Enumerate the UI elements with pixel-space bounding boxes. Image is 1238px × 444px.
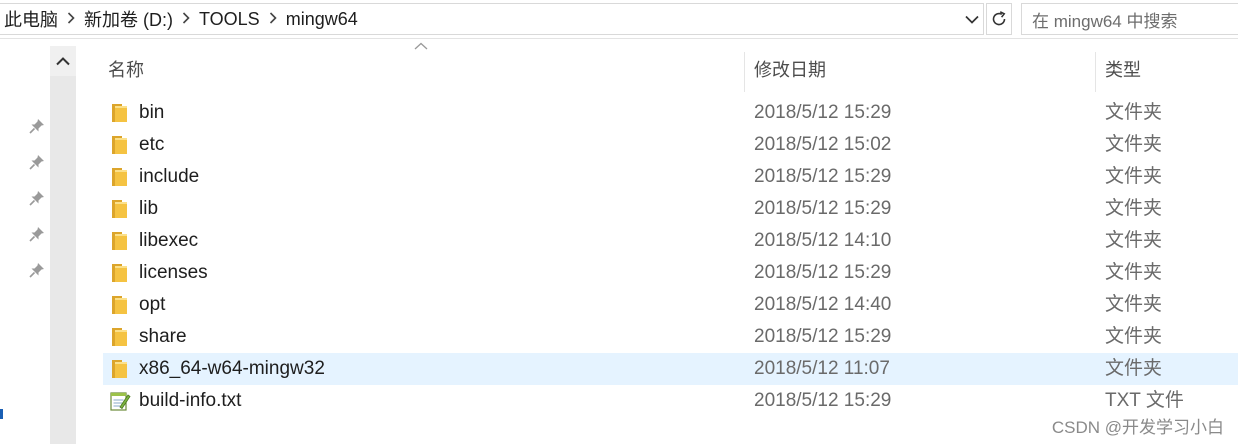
file-type: 文件夹 (1105, 262, 1163, 283)
file-row-licenses[interactable]: licenses 2018/5/12 15:29 文件夹 (76, 257, 1238, 289)
folder-icon (111, 358, 131, 380)
chevron-right-icon[interactable] (264, 11, 282, 27)
address-bar[interactable]: 此电脑 新加卷 (D:) TOOLS mingw64 (0, 3, 984, 35)
file-name: include (139, 166, 200, 187)
file-row-share[interactable]: share 2018/5/12 15:29 文件夹 (76, 321, 1238, 353)
column-divider[interactable] (1095, 52, 1096, 92)
file-date: 2018/5/12 15:29 (754, 166, 892, 187)
file-row-libexec[interactable]: libexec 2018/5/12 14:10 文件夹 (76, 225, 1238, 257)
file-name: build-info.txt (139, 390, 242, 411)
breadcrumb-this-pc[interactable]: 此电脑 (0, 6, 62, 32)
file-name: etc (139, 134, 165, 155)
chevron-up-icon (56, 56, 70, 65)
nav-pane-scrollbar[interactable] (50, 46, 76, 444)
file-date: 2018/5/12 11:07 (754, 358, 890, 379)
address-history-dropdown[interactable] (961, 3, 983, 35)
refresh-button[interactable] (986, 3, 1012, 35)
file-type: 文件夹 (1105, 198, 1163, 219)
breadcrumb-drive-d[interactable]: 新加卷 (D:) (80, 6, 177, 32)
pin-icon[interactable] (28, 261, 46, 279)
pin-icon[interactable] (28, 225, 46, 243)
folder-icon (111, 230, 131, 252)
column-header-date-label: 修改日期 (754, 60, 826, 80)
folder-icon (111, 294, 131, 316)
column-divider[interactable] (744, 52, 745, 92)
file-row-include[interactable]: include 2018/5/12 15:29 文件夹 (76, 161, 1238, 193)
file-list: bin 2018/5/12 15:29 文件夹 etc 2018/5/12 15… (76, 97, 1238, 417)
refresh-icon (992, 11, 1006, 26)
file-date: 2018/5/12 15:29 (754, 198, 892, 219)
column-header-name[interactable]: 名称 (108, 46, 738, 92)
file-type: 文件夹 (1105, 134, 1163, 155)
file-row-opt[interactable]: opt 2018/5/12 14:40 文件夹 (76, 289, 1238, 321)
folder-icon (111, 166, 131, 188)
column-header-type-label: 类型 (1105, 60, 1141, 80)
file-name: share (139, 326, 187, 347)
column-header-type[interactable]: 类型 (1105, 46, 1235, 92)
folder-icon (111, 326, 131, 348)
file-date: 2018/5/12 15:29 (754, 326, 892, 347)
chevron-down-icon (965, 15, 979, 24)
column-header-name-label: 名称 (108, 60, 144, 80)
file-name: licenses (139, 262, 208, 283)
breadcrumb-mingw64[interactable]: mingw64 (282, 9, 362, 30)
scroll-up-button[interactable] (50, 46, 76, 76)
watermark: CSDN @开发学习小白 (1051, 418, 1224, 437)
folder-icon (111, 102, 131, 124)
search-placeholder: 在 mingw64 中搜索 (1032, 11, 1178, 31)
chevron-right-icon[interactable] (62, 11, 80, 27)
file-date: 2018/5/12 15:29 (754, 102, 892, 123)
column-header-date[interactable]: 修改日期 (754, 46, 1094, 92)
nav-selection-marker (0, 409, 3, 419)
file-date: 2018/5/12 15:29 (754, 262, 892, 283)
file-type: 文件夹 (1105, 102, 1163, 123)
file-date: 2018/5/12 15:29 (754, 390, 892, 411)
file-type: 文件夹 (1105, 358, 1163, 379)
file-row-bin[interactable]: bin 2018/5/12 15:29 文件夹 (76, 97, 1238, 129)
chevron-right-icon[interactable] (177, 11, 195, 27)
file-type: 文件夹 (1105, 230, 1163, 251)
file-row-lib[interactable]: lib 2018/5/12 15:29 文件夹 (76, 193, 1238, 225)
file-name: libexec (139, 230, 199, 251)
file-name: x86_64-w64-mingw32 (139, 358, 325, 379)
quick-access-strip (0, 39, 50, 444)
file-name: opt (139, 294, 166, 315)
pin-icon[interactable] (28, 153, 46, 171)
file-type: 文件夹 (1105, 326, 1163, 347)
breadcrumb-tools[interactable]: TOOLS (195, 9, 264, 30)
file-date: 2018/5/12 14:10 (754, 230, 892, 251)
search-input[interactable]: 在 mingw64 中搜索 (1021, 3, 1238, 35)
file-date: 2018/5/12 15:02 (754, 134, 892, 155)
folder-icon (111, 198, 131, 220)
file-name: lib (139, 198, 159, 219)
file-name: bin (139, 102, 165, 123)
file-type: 文件夹 (1105, 294, 1163, 315)
file-row-x86-64-w64-mingw32[interactable]: x86_64-w64-mingw32 2018/5/12 11:07 文件夹 (76, 353, 1238, 385)
pin-icon[interactable] (28, 189, 46, 207)
file-type: 文件夹 (1105, 166, 1163, 187)
address-bar-area: 此电脑 新加卷 (D:) TOOLS mingw64 在 mingw64 中搜索 (0, 0, 1238, 39)
folder-icon (111, 262, 131, 284)
column-header-row: 名称 修改日期 类型 (76, 42, 1238, 92)
file-row-etc[interactable]: etc 2018/5/12 15:02 文件夹 (76, 129, 1238, 161)
text-file-icon (109, 390, 131, 412)
file-date: 2018/5/12 14:40 (754, 294, 892, 315)
pin-icon[interactable] (28, 117, 46, 135)
folder-icon (111, 134, 131, 156)
